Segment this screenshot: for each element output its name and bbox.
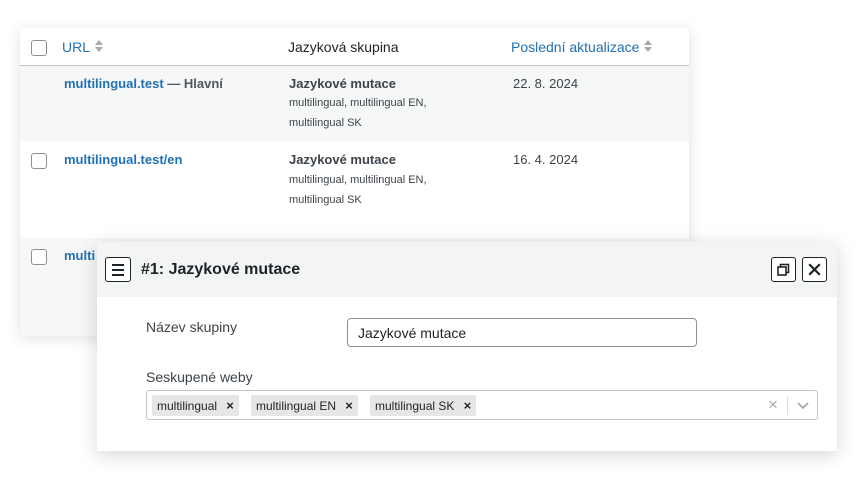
site-chip-label: multilingual EN bbox=[256, 399, 337, 413]
sort-icon bbox=[644, 40, 653, 54]
remove-chip-icon[interactable]: × bbox=[340, 395, 358, 416]
dialog-title: #1: Jazykové mutace bbox=[141, 261, 301, 278]
remove-chip-icon[interactable]: × bbox=[221, 395, 239, 416]
column-group-header: Jazyková skupina bbox=[288, 39, 399, 55]
group-name-label: Název skupiny bbox=[146, 319, 238, 335]
sort-icon bbox=[95, 40, 104, 54]
column-url-header[interactable]: URL bbox=[62, 39, 104, 55]
chevron-down-icon[interactable] bbox=[793, 395, 813, 415]
remove-chip-icon[interactable]: × bbox=[458, 395, 476, 416]
table-header: URL Jazyková skupina Poslední aktualizac… bbox=[20, 28, 689, 66]
site-chip: multilingual × bbox=[152, 395, 240, 416]
site-url-text[interactable]: multilingual.test bbox=[64, 76, 164, 91]
group-sites-line: multilingual SK bbox=[289, 117, 362, 129]
site-chip: multilingual EN × bbox=[251, 395, 359, 416]
group-name: Jazykové mutace bbox=[289, 76, 396, 91]
site-url-link[interactable]: multilingual.test — Hlavní bbox=[64, 76, 223, 92]
group-sites: multilingual, multilingual EN, multiling… bbox=[289, 170, 469, 210]
menu-button[interactable] bbox=[105, 257, 131, 282]
select-all-checkbox[interactable] bbox=[31, 40, 47, 56]
last-updated-date: 22. 8. 2024 bbox=[513, 76, 579, 91]
close-icon bbox=[808, 263, 821, 276]
edit-group-dialog: #1: Jazykové mutace Název skupiny Seskup… bbox=[97, 242, 837, 451]
site-chip-label: multilingual SK bbox=[375, 399, 455, 413]
column-updated-header[interactable]: Poslední aktualizace bbox=[511, 39, 653, 55]
site-chip: multilingual SK × bbox=[370, 395, 477, 416]
site-url-link[interactable]: multilingual.test/en bbox=[64, 152, 182, 168]
clear-all-icon[interactable]: × bbox=[765, 396, 781, 414]
site-url-link[interactable]: multi bbox=[64, 248, 95, 264]
group-sites-line: multilingual SK bbox=[289, 194, 362, 206]
group-sites: multilingual, multilingual EN, multiling… bbox=[289, 93, 469, 133]
last-updated-date: 16. 4. 2024 bbox=[513, 152, 579, 167]
row-checkbox[interactable] bbox=[31, 249, 47, 265]
main-site-tag: — Hlavní bbox=[163, 76, 223, 91]
dialog-header: #1: Jazykové mutace bbox=[97, 242, 837, 297]
column-url-label: URL bbox=[62, 39, 91, 55]
column-updated-label: Poslední aktualizace bbox=[511, 39, 640, 55]
table-row: multilingual.test/en Jazykové mutace mul… bbox=[20, 142, 689, 238]
group-name: Jazykové mutace bbox=[289, 152, 396, 167]
table-row: multilingual.test — Hlavní Jazykové muta… bbox=[20, 66, 689, 142]
group-sites-line: multilingual, multilingual EN, bbox=[289, 174, 427, 186]
popout-button[interactable] bbox=[771, 257, 796, 282]
grouped-sites-label: Seskupené weby bbox=[146, 369, 253, 385]
row-checkbox[interactable] bbox=[31, 153, 47, 169]
group-name-input[interactable] bbox=[347, 318, 697, 347]
popout-icon bbox=[777, 263, 790, 276]
close-button[interactable] bbox=[802, 257, 827, 282]
group-sites-line: multilingual, multilingual EN, bbox=[289, 97, 427, 109]
site-chip-label: multilingual bbox=[157, 399, 218, 413]
select-separator bbox=[787, 396, 788, 415]
grouped-sites-select[interactable]: multilingual × multilingual EN × multiling… bbox=[146, 390, 818, 420]
